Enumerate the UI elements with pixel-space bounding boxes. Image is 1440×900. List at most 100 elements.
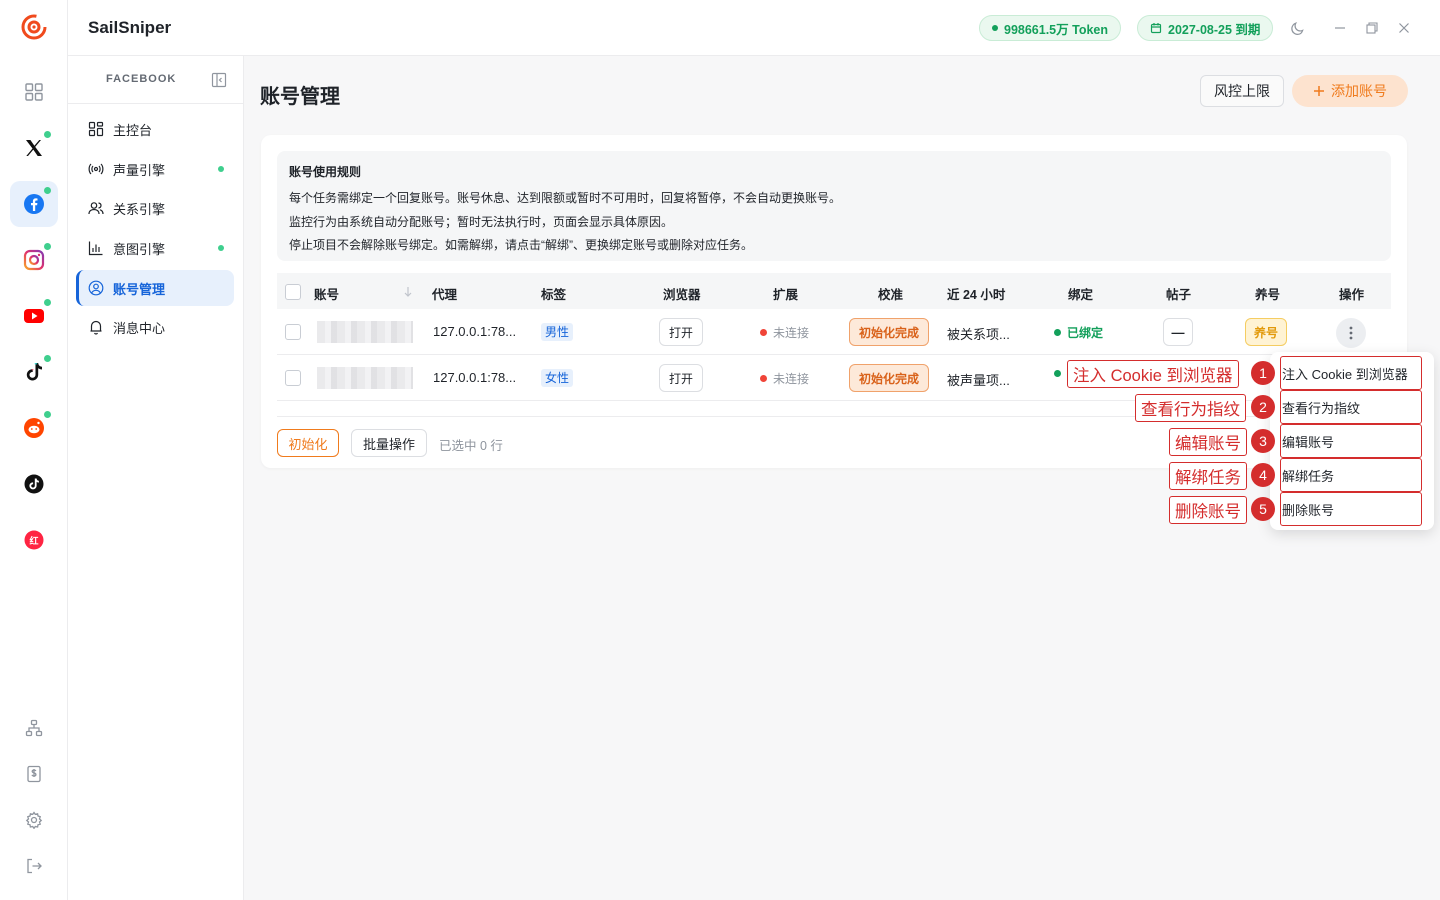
nurture-badge[interactable]: 养号 [1245,318,1288,346]
open-browser-button[interactable]: 打开 [659,318,703,346]
more-vertical-icon [1349,326,1353,340]
callout-label: 查看行为指纹 [1135,394,1246,422]
sidebar-item-label: 关系引擎 [113,201,166,217]
status-dot [44,411,51,418]
settings-button[interactable] [22,808,46,832]
usage-rules-panel: 账号使用规则 每个任务需绑定一个回复账号。账号休息、达到限额或暂时不可用时，回复… [277,151,1391,261]
sidebar-item-label: 账号管理 [113,281,166,297]
sidebar-item-label: 意图引擎 [113,241,166,257]
selected-count: 已选中 0 行 [439,439,503,453]
rail-tiktok[interactable] [10,349,58,395]
settings-icon [25,811,43,829]
menu-item-delete-account[interactable]: 删除账号 [1280,492,1422,526]
plus-icon [1314,86,1324,96]
restore-button[interactable] [1362,18,1382,38]
sidebar-item-relation-engine[interactable]: 关系引擎 [76,190,234,226]
sort-arrow-icon[interactable] [403,286,413,298]
calibration-badge[interactable]: 初始化完成 [849,364,930,392]
row-actions-menu: 注入 Cookie 到浏览器 查看行为指纹 编辑账号 解绑任务 删除账号 [1270,352,1434,530]
expiry-pill[interactable]: 2027-08-25 到期 [1137,15,1274,41]
account-name-redacted [317,321,413,343]
menu-item-view-fingerprint[interactable]: 查看行为指纹 [1280,390,1422,424]
extension-status: 未连接 [760,370,809,387]
theme-toggle-button[interactable] [1287,18,1307,38]
binding-status: 已绑定 [1054,324,1103,341]
app-logo-icon [19,12,49,42]
status-dot [1054,370,1061,377]
close-button[interactable] [1394,18,1414,38]
binding-status-dot [1054,370,1061,377]
column-header-proxy: 代理 [432,288,458,302]
minimize-button[interactable] [1330,18,1350,38]
rail-tiktok-alt[interactable] [10,461,58,507]
dashboard-grid-icon [88,121,104,137]
close-icon [1399,23,1409,33]
sidebar-item-dashboard[interactable]: 主控台 [76,111,234,147]
column-header-account[interactable]: 账号 [314,284,339,303]
open-browser-button[interactable]: 打开 [659,364,703,392]
sidebar-item-account-management[interactable]: 账号管理 [76,270,234,306]
posts-button[interactable]: — [1163,318,1193,346]
rules-line: 停止项目不会解除账号绑定。如需解绑，请点击“解绑”、更换绑定账号或删除对应任务。 [289,238,753,252]
billing-button[interactable] [22,762,46,786]
menu-item-inject-cookie[interactable]: 注入 Cookie 到浏览器 [1280,356,1422,390]
status-dot [44,243,51,250]
user-circle-icon [88,280,104,296]
status-dot [44,299,51,306]
rail-dashboard[interactable] [10,69,58,115]
status-dot [44,355,51,362]
status-dot [44,131,51,138]
column-header-binding: 绑定 [1068,288,1094,302]
account-name-redacted [317,367,413,389]
batch-operation-button[interactable]: 批量操作 [351,429,427,457]
callout-number: 5 [1251,497,1275,521]
xiaohongshu-icon: 红 [24,530,44,550]
add-account-button[interactable]: 添加账号 [1292,75,1408,107]
org-tree-button[interactable] [22,716,46,740]
rail-xiaohongshu[interactable]: 红 [10,517,58,563]
bell-icon [90,320,102,335]
rail-reddit[interactable] [10,405,58,451]
token-balance-pill[interactable]: 998661.5万 Token [979,15,1121,41]
callout-label: 编辑账号 [1169,428,1247,456]
status-dot [218,245,224,251]
table-row: 127.0.0.1:78... 男性 打开 未连接 初始化完成 被关系项... … [277,309,1391,355]
menu-item-unbind-task[interactable]: 解绑任务 [1280,458,1422,492]
extension-status: 未连接 [760,324,809,341]
reddit-icon [24,418,44,438]
logout-icon [27,858,42,874]
facebook-icon [24,194,44,214]
row-checkbox[interactable] [285,370,301,386]
rail-youtube[interactable] [10,293,58,339]
sidebar-collapse-button[interactable] [211,72,227,88]
proxy-cell: 127.0.0.1:78... [433,324,517,339]
column-header-actions: 操作 [1339,288,1365,302]
initialize-button[interactable]: 初始化 [277,429,339,457]
logout-button[interactable] [22,854,46,878]
callout-number: 4 [1251,463,1275,487]
sidebar-item-volume-engine[interactable]: 声量引擎 [76,151,234,187]
bar-chart-icon [88,241,103,256]
row-actions-button[interactable] [1336,318,1366,348]
token-balance-text: 998661.5万 Token [1004,22,1108,37]
proxy-cell: 127.0.0.1:78... [433,370,517,385]
status-dot [1054,329,1061,336]
rail-x[interactable] [10,125,58,171]
rail-instagram[interactable] [10,237,58,283]
calibration-badge[interactable]: 初始化完成 [849,318,930,346]
rail-facebook[interactable] [10,181,58,227]
sidebar-item-intent-engine[interactable]: 意图引擎 [76,230,234,266]
instagram-icon [23,249,45,271]
sidebar-header: FACEBOOK [68,56,244,104]
select-all-checkbox[interactable] [285,284,301,300]
tag-badge: 男性 [541,323,574,341]
org-tree-icon [25,719,43,737]
risk-limit-button[interactable]: 风控上限 [1200,75,1284,107]
sidebar-item-message-center[interactable]: 消息中心 [76,309,234,345]
restore-icon [1366,22,1378,34]
add-account-label: 添加账号 [1331,83,1387,99]
callout-label: 注入 Cookie 到浏览器 [1067,360,1239,388]
minimize-icon [1335,27,1345,29]
row-checkbox[interactable] [285,324,301,340]
menu-item-edit-account[interactable]: 编辑账号 [1280,424,1422,458]
